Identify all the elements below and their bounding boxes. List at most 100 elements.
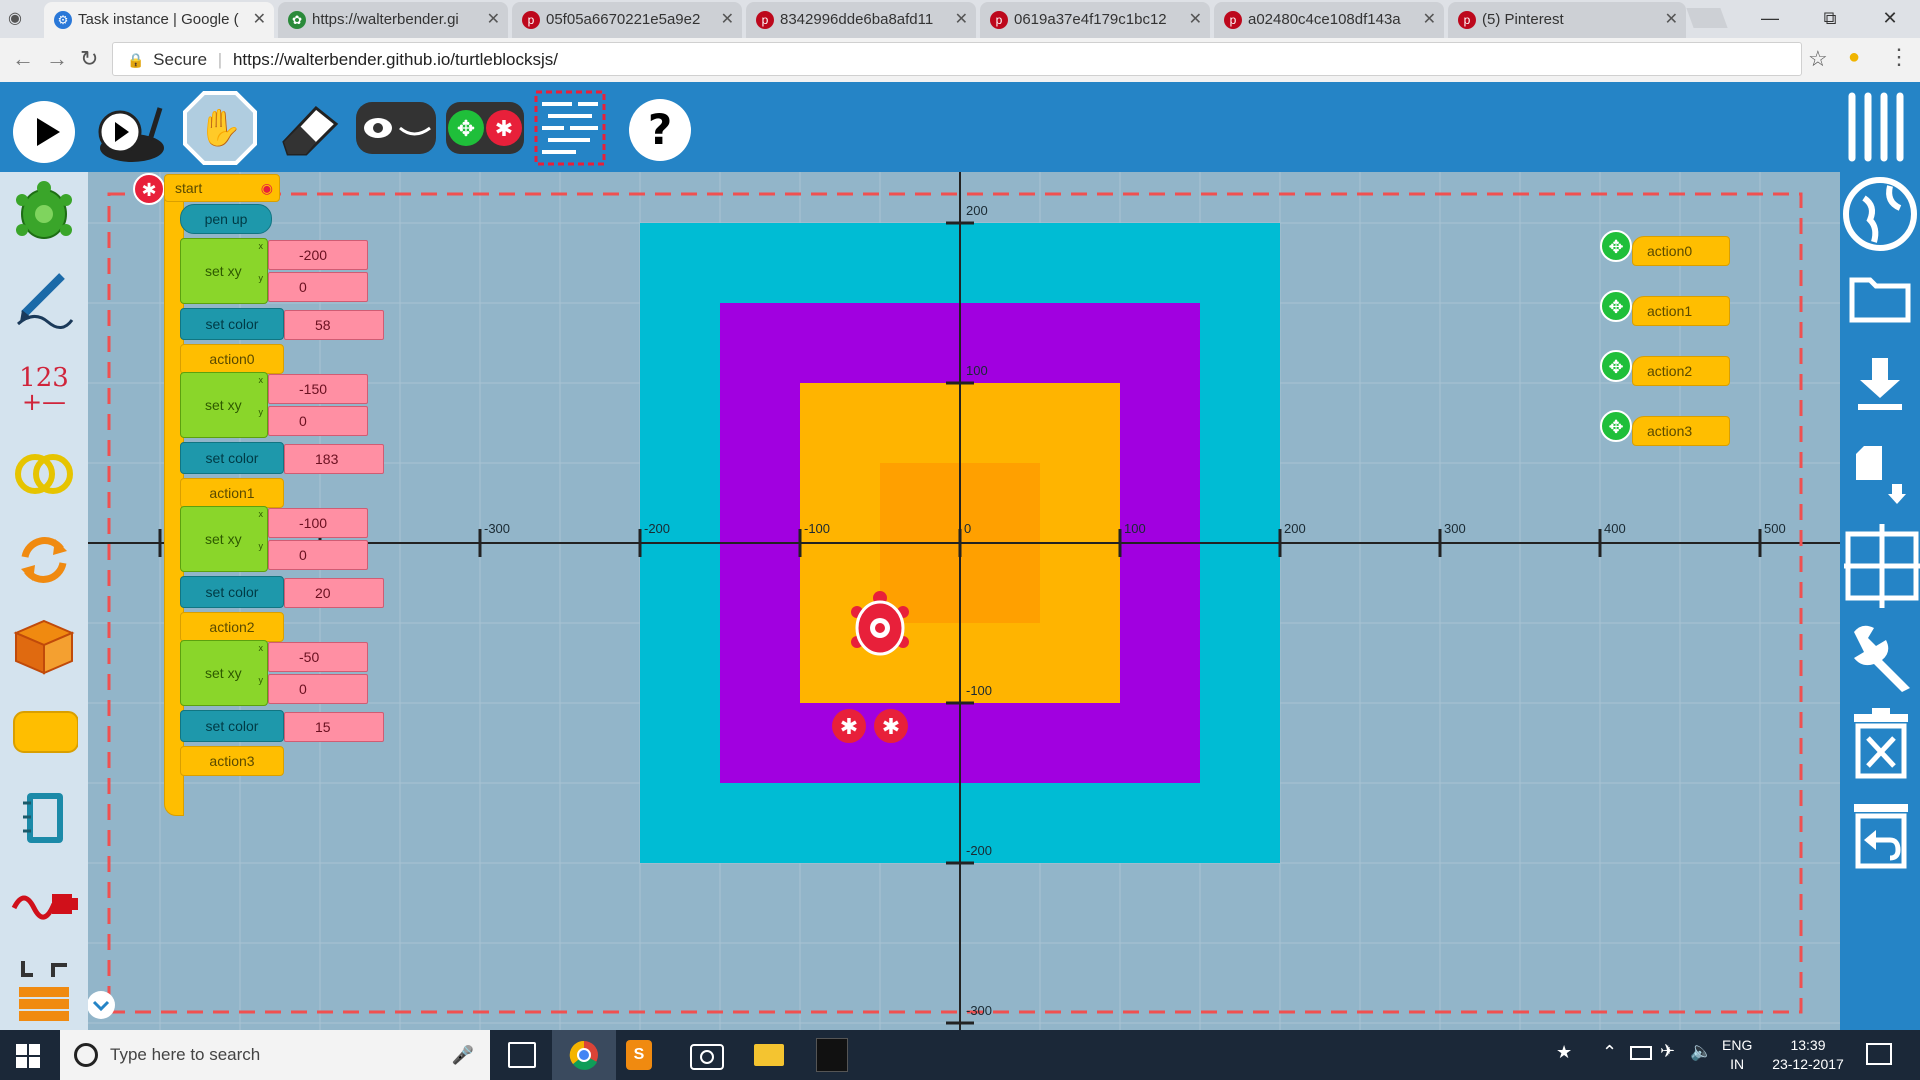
browser-tab[interactable]: p (5) Pinterest ✕ — [1448, 2, 1686, 38]
action-call-block[interactable]: action2 — [180, 612, 284, 642]
omnibox[interactable]: 🔒 Secure | https://walterbender.github.i… — [112, 42, 1802, 76]
forward-button[interactable]: → — [46, 46, 68, 72]
close-tab-icon[interactable]: ✕ — [955, 2, 968, 38]
y-value-arg[interactable]: 0 — [268, 406, 368, 436]
expand-action-button[interactable]: ✥ — [1600, 230, 1632, 267]
set-color-block[interactable]: set color — [180, 576, 284, 608]
back-button[interactable]: ← — [12, 46, 34, 72]
clock[interactable]: 13:39 23-12-2017 — [1770, 1036, 1846, 1074]
palette-box[interactable] — [10, 612, 78, 680]
new-tab-button[interactable] — [1686, 8, 1728, 28]
file-explorer-taskbar-icon[interactable] — [754, 1044, 784, 1066]
run-slow-button[interactable] — [96, 100, 168, 171]
close-tab-icon[interactable]: ✕ — [1189, 2, 1202, 38]
x-value-arg[interactable]: -50 — [268, 642, 368, 672]
x-value-arg[interactable]: -150 — [268, 374, 368, 404]
taskbar-search[interactable]: Type here to search 🎤 — [60, 1030, 490, 1080]
action-call-block[interactable]: action3 — [180, 746, 284, 776]
expand-action-button[interactable]: ✥ — [1600, 290, 1632, 327]
set-xy-block[interactable]: set xy x y — [180, 640, 268, 706]
color-value-arg[interactable]: 58 — [284, 310, 384, 340]
set-color-block[interactable]: set color — [180, 442, 284, 474]
y-value-arg[interactable]: 0 — [268, 272, 368, 302]
turtle-sprite[interactable] — [849, 590, 911, 665]
clear-button[interactable] — [276, 98, 344, 161]
minimize-button[interactable]: — — [1740, 0, 1800, 36]
restore-button[interactable]: ⧉ — [1800, 0, 1860, 36]
action-hat-block[interactable]: action0 — [1632, 236, 1730, 266]
chrome-taskbar-icon[interactable] — [552, 1030, 616, 1080]
action-call-block[interactable]: action1 — [180, 478, 284, 508]
app-taskbar-icon[interactable] — [816, 1038, 848, 1072]
stop-button[interactable]: ✋ — [182, 90, 258, 171]
browser-tab[interactable]: p 8342996dde6ba8afd11 ✕ — [746, 2, 976, 38]
browser-tab[interactable]: p 0619a37e4f179c1bc12 ✕ — [980, 2, 1210, 38]
extension-bulb-icon[interactable]: ● — [1848, 46, 1860, 69]
pen-up-block[interactable]: pen up — [180, 204, 272, 234]
close-tab-icon[interactable]: ✕ — [1423, 2, 1436, 38]
main-menu-button[interactable] — [1842, 90, 1908, 169]
action-call-block[interactable]: action0 — [180, 344, 284, 374]
browser-tab[interactable]: p a02480c4ce108df143a ✕ — [1214, 2, 1444, 38]
scroll-down-button[interactable] — [88, 990, 116, 1025]
set-xy-block[interactable]: set xy x y — [180, 372, 268, 438]
action-hat-block[interactable]: action3 — [1632, 416, 1730, 446]
chrome-menu-icon[interactable]: ⋮ — [1888, 44, 1910, 70]
close-tab-icon[interactable]: ✕ — [253, 2, 266, 38]
language-indicator[interactable]: ENG IN — [1722, 1036, 1752, 1074]
set-color-block[interactable]: set color — [180, 710, 284, 742]
y-value-arg[interactable]: 0 — [268, 540, 368, 570]
close-tab-icon[interactable]: ✕ — [721, 2, 734, 38]
settings-button[interactable] — [1844, 618, 1920, 697]
airplane-mode-icon[interactable]: ✈ — [1660, 1041, 1675, 1062]
y-value-arg[interactable]: 0 — [268, 674, 368, 704]
delete-all-button[interactable] — [1850, 706, 1912, 785]
battery-icon[interactable] — [1630, 1046, 1652, 1060]
browser-tab[interactable]: ✿ https://walterbender.gi ✕ — [278, 2, 508, 38]
task-view-button[interactable] — [508, 1042, 536, 1068]
planet-button[interactable] — [1842, 176, 1918, 257]
hide-blocks-button[interactable] — [354, 98, 438, 163]
collapse-expand-button[interactable]: ✥ ✱ — [444, 98, 526, 163]
color-value-arg[interactable]: 20 — [284, 578, 384, 608]
palette-action[interactable] — [10, 698, 78, 766]
people-icon[interactable]: ★ — [1556, 1042, 1572, 1063]
expand-action-button[interactable]: ✥ — [1600, 410, 1632, 447]
color-value-arg[interactable]: 183 — [284, 444, 384, 474]
palette-number[interactable]: 123 +— — [10, 352, 78, 420]
palette-sensors[interactable] — [10, 870, 78, 938]
palette-extras[interactable] — [10, 956, 78, 1024]
camera-taskbar-icon[interactable] — [690, 1044, 724, 1070]
set-xy-block[interactable]: set xy x y — [180, 238, 268, 304]
collapse-icon-pair[interactable]: ✱ ✱ — [831, 706, 911, 751]
palette-media[interactable] — [10, 784, 78, 852]
x-value-arg[interactable]: -100 — [268, 508, 368, 538]
palette-boolean[interactable] — [10, 440, 78, 508]
close-window-button[interactable]: ✕ — [1860, 0, 1920, 36]
save-button[interactable] — [1854, 356, 1906, 419]
palette-turtle[interactable] — [10, 178, 78, 246]
notifications-icon[interactable] — [1866, 1043, 1892, 1065]
run-button[interactable] — [12, 100, 76, 169]
grid-toggle-button[interactable] — [532, 86, 608, 173]
browser-tab[interactable]: ⚙ Task instance | Google (✕ — [44, 2, 274, 38]
open-file-button[interactable] — [1848, 268, 1912, 329]
start-button[interactable] — [16, 1044, 40, 1073]
turtle-canvas[interactable]: -500-400-300-200-1000100200300400500 200… — [88, 172, 1848, 1030]
browser-tab[interactable]: p 05f05a6670221e5a9e2 ✕ — [512, 2, 742, 38]
set-color-block[interactable]: set color — [180, 308, 284, 340]
set-xy-block[interactable]: set xy x y — [180, 506, 268, 572]
close-tab-icon[interactable]: ✕ — [1665, 2, 1678, 38]
restore-trash-button[interactable] — [1850, 798, 1912, 875]
save-stack-button[interactable] — [1852, 440, 1912, 511]
tray-chevron-icon[interactable]: ⌃ — [1602, 1042, 1617, 1063]
expand-action-button[interactable]: ✥ — [1600, 350, 1632, 387]
action-hat-block[interactable]: action1 — [1632, 296, 1730, 326]
bookmark-star-icon[interactable]: ☆ — [1808, 46, 1828, 72]
volume-icon[interactable]: 🔈 — [1690, 1041, 1712, 1062]
close-tab-icon[interactable]: ✕ — [487, 2, 500, 38]
reload-button[interactable]: ↻ — [80, 46, 98, 72]
start-block[interactable]: start ◉ — [164, 174, 280, 202]
action-hat-block[interactable]: action2 — [1632, 356, 1730, 386]
color-value-arg[interactable]: 15 — [284, 712, 384, 742]
